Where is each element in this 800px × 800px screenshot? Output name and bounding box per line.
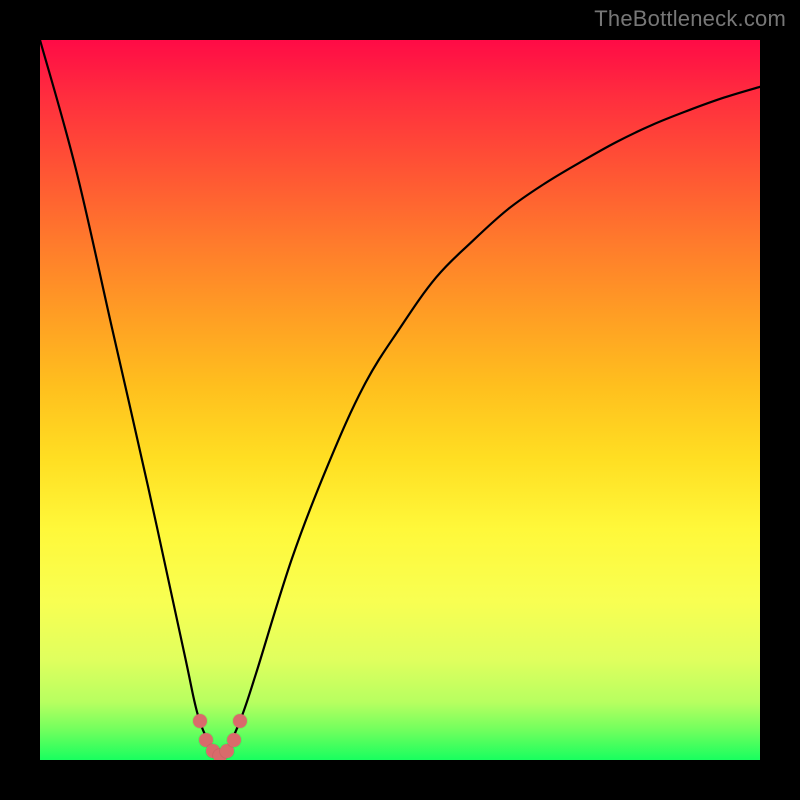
chart-frame: TheBottleneck.com: [0, 0, 800, 800]
watermark-text: TheBottleneck.com: [594, 6, 786, 32]
highlighted-points-group: [40, 40, 760, 760]
highlighted-point: [233, 714, 247, 728]
highlighted-point: [193, 714, 207, 728]
highlighted-point: [227, 733, 241, 747]
plot-area: [40, 40, 760, 760]
